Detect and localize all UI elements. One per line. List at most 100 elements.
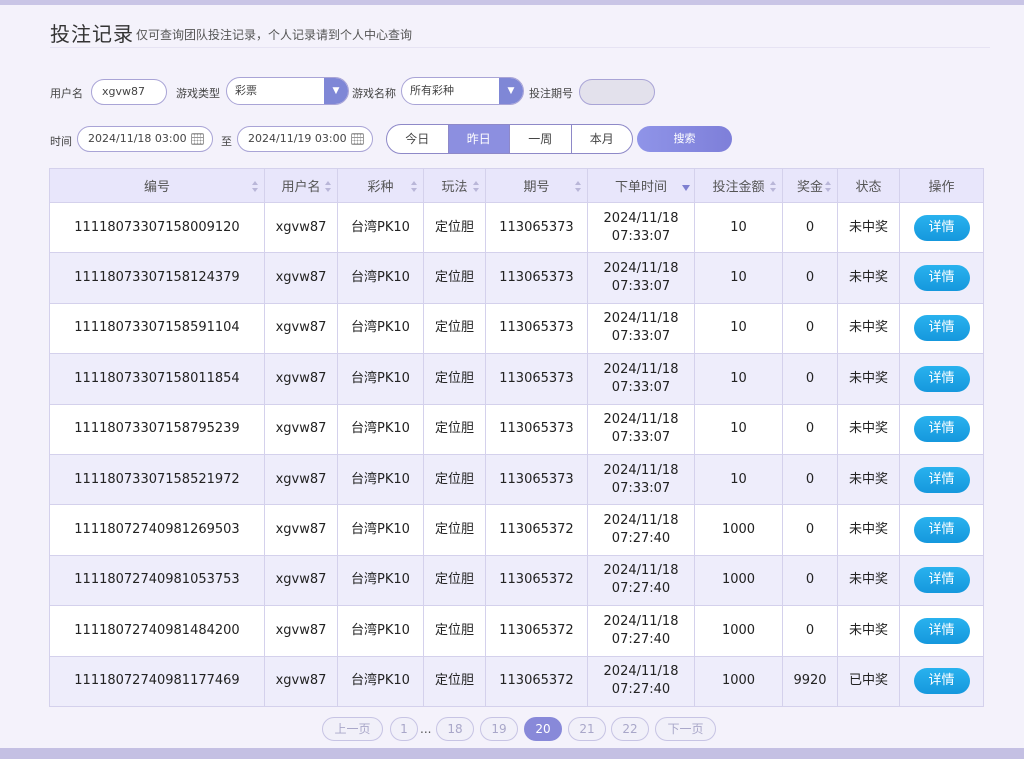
- detail-button[interactable]: 详情: [913, 214, 970, 241]
- range-month[interactable]: 本月: [572, 125, 633, 153]
- column-header-lottery[interactable]: 彩种: [337, 168, 424, 203]
- cell-amount: 10: [694, 201, 783, 254]
- detail-button[interactable]: 详情: [913, 617, 970, 644]
- cell-lottery: 台湾PK10: [337, 353, 424, 405]
- order-time: 07:27:40: [611, 531, 671, 547]
- column-header-status: 状态: [837, 168, 900, 203]
- order-date: 2024/11/18: [603, 664, 679, 680]
- top-band: [0, 0, 1024, 5]
- cell-user: xgvw87: [264, 201, 338, 254]
- cell-lottery: 台湾PK10: [337, 403, 424, 455]
- search-button[interactable]: 搜索: [637, 126, 732, 152]
- cell-status: 未中奖: [837, 504, 900, 556]
- range-yesterday[interactable]: 昨日: [448, 125, 510, 153]
- cell-amount: 10: [694, 353, 783, 405]
- sort-icon[interactable]: [473, 181, 479, 192]
- column-header-play[interactable]: 玩法: [423, 168, 486, 203]
- cell-order-time: 2024/11/18 07:27:40: [587, 554, 695, 607]
- page-button-1[interactable]: 1: [390, 717, 418, 741]
- sort-icon[interactable]: [325, 181, 331, 192]
- cell-action: 详情: [899, 655, 984, 707]
- cell-play: 定位胆: [423, 353, 486, 405]
- next-page-button[interactable]: 下一页: [655, 717, 716, 741]
- table-row: 11118073307158009120 xgvw87 台湾PK10 定位胆 11306…: [49, 201, 984, 254]
- sort-icon[interactable]: [770, 181, 776, 192]
- cell-play: 定位胆: [423, 655, 486, 707]
- sort-icon[interactable]: [252, 181, 258, 192]
- cell-amount: 1000: [694, 554, 783, 607]
- order-date: 2024/11/18: [603, 311, 679, 327]
- cell-order-time: 2024/11/18 07:33:07: [587, 201, 695, 254]
- game-name-select[interactable]: 所有彩种 ▼: [401, 77, 524, 105]
- detail-button[interactable]: 详情: [913, 466, 970, 493]
- cell-action: 详情: [899, 252, 984, 304]
- detail-button[interactable]: 详情: [913, 365, 970, 392]
- table-row: 11118072740981269503 xgvw87 台湾PK10 定位胆 11306…: [49, 504, 984, 556]
- range-week[interactable]: 一周: [510, 125, 572, 153]
- column-header-amount[interactable]: 投注金额: [694, 168, 783, 203]
- page-button-20-current[interactable]: 20: [524, 717, 562, 741]
- cell-id: 11118073307158124379: [49, 252, 265, 304]
- cell-lottery: 台湾PK10: [337, 655, 424, 707]
- calendar-icon[interactable]: [191, 133, 204, 145]
- detail-button[interactable]: 详情: [913, 668, 970, 695]
- table-row: 11118072740981177469 xgvw87 台湾PK10 定位胆 11306…: [49, 655, 984, 707]
- start-time-input[interactable]: 2024/11/18 03:00: [77, 126, 213, 152]
- chevron-down-icon[interactable]: ▼: [499, 78, 523, 104]
- cell-amount: 10: [694, 453, 783, 506]
- page-button-22[interactable]: 22: [611, 717, 649, 741]
- cell-order-time: 2024/11/18 07:33:07: [587, 252, 695, 304]
- cell-issue: 113065373: [485, 353, 588, 405]
- end-time-input[interactable]: 2024/11/19 03:00: [237, 126, 373, 152]
- calendar-icon[interactable]: [351, 133, 364, 145]
- column-header-issue[interactable]: 期号: [485, 168, 588, 203]
- cell-user: xgvw87: [264, 252, 338, 304]
- cell-bonus: 0: [782, 403, 838, 455]
- prev-page-button[interactable]: 上一页: [322, 717, 383, 741]
- detail-button[interactable]: 详情: [913, 517, 970, 544]
- issue-input[interactable]: [579, 79, 655, 105]
- column-header-bonus[interactable]: 奖金: [782, 168, 838, 203]
- sort-descending-icon[interactable]: [682, 185, 690, 191]
- game-type-select[interactable]: 彩票 ▼: [226, 77, 349, 105]
- detail-button[interactable]: 详情: [913, 265, 970, 292]
- cell-bonus: 0: [782, 554, 838, 607]
- column-header-id[interactable]: 编号: [49, 168, 265, 203]
- cell-lottery: 台湾PK10: [337, 554, 424, 607]
- detail-button[interactable]: 详情: [913, 315, 970, 342]
- cell-id: 11118073307158591104: [49, 302, 265, 355]
- range-today[interactable]: 今日: [387, 125, 449, 153]
- order-time: 07:27:40: [611, 581, 671, 597]
- cell-user: xgvw87: [264, 403, 338, 455]
- cell-status: 未中奖: [837, 353, 900, 405]
- cell-user: xgvw87: [264, 504, 338, 556]
- username-input[interactable]: xgvw87: [91, 79, 167, 105]
- start-time-value: 2024/11/18 03:00: [88, 132, 187, 145]
- cell-status: 未中奖: [837, 252, 900, 304]
- cell-amount: 1000: [694, 504, 783, 556]
- page-button-19[interactable]: 19: [480, 717, 518, 741]
- page-button-18[interactable]: 18: [436, 717, 474, 741]
- detail-button[interactable]: 详情: [913, 567, 970, 594]
- cell-order-time: 2024/11/18 07:27:40: [587, 655, 695, 707]
- quick-range-group: 今日 昨日 一周 本月: [386, 124, 633, 154]
- order-date: 2024/11/18: [603, 613, 679, 629]
- to-label: 至: [221, 135, 232, 148]
- cell-status: 未中奖: [837, 302, 900, 355]
- page-button-21[interactable]: 21: [568, 717, 606, 741]
- chevron-down-icon[interactable]: ▼: [324, 78, 348, 104]
- cell-order-time: 2024/11/18 07:27:40: [587, 605, 695, 657]
- sort-icon[interactable]: [575, 181, 581, 192]
- column-header-order-time[interactable]: 下单时间: [587, 168, 695, 203]
- order-date: 2024/11/18: [603, 462, 679, 478]
- pagination: 上一页 1 ... 18 19 20 21 22 下一页: [0, 717, 1024, 741]
- column-header-user[interactable]: 用户名: [264, 168, 338, 203]
- sort-icon[interactable]: [411, 181, 417, 192]
- cell-action: 详情: [899, 403, 984, 455]
- order-time: 07:33:07: [611, 279, 671, 295]
- table-row: 11118073307158011854 xgvw87 台湾PK10 定位胆 11306…: [49, 353, 984, 405]
- detail-button[interactable]: 详情: [913, 416, 970, 443]
- cell-lottery: 台湾PK10: [337, 302, 424, 355]
- game-name-label: 游戏名称: [352, 87, 396, 100]
- sort-icon[interactable]: [825, 181, 831, 192]
